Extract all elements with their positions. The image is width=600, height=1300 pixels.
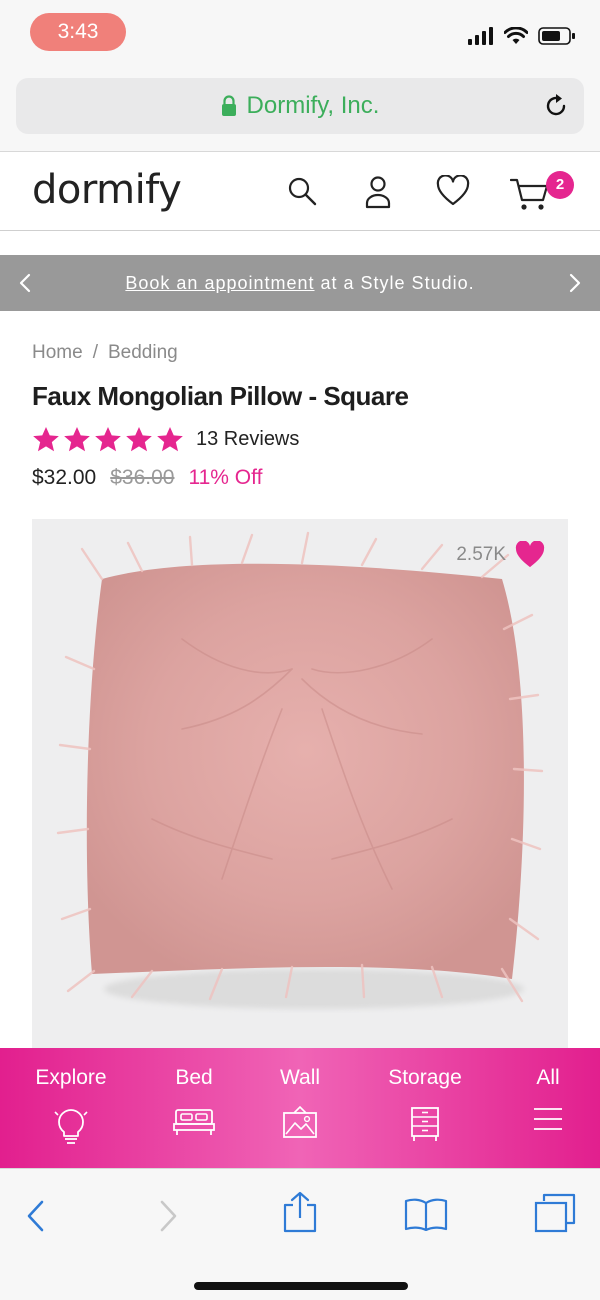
reviews-count[interactable]: 13 Reviews — [196, 428, 299, 451]
bed-icon — [173, 1109, 215, 1135]
original-price: $36.00 — [110, 466, 175, 489]
status-time: 3:43 — [30, 13, 126, 51]
promo-banner: Book an appointment at a Style Studio. — [0, 255, 600, 311]
lightbulb-icon — [54, 1109, 88, 1144]
tabs-icon[interactable] — [534, 1193, 576, 1233]
signal-icon — [468, 27, 493, 45]
promo-message: Book an appointment at a Style Studio. — [0, 255, 600, 311]
pillow-image — [56, 531, 544, 1009]
likes-count: 2.57K — [456, 544, 506, 565]
status-icons — [468, 24, 576, 48]
price-row: $32.00 $36.00 11% Off — [32, 466, 262, 490]
likes-counter[interactable]: 2.57K — [456, 541, 546, 569]
product-image[interactable]: 2.57K — [32, 519, 568, 1049]
forward-arrow-icon[interactable] — [158, 1199, 180, 1233]
current-price: $32.00 — [32, 466, 97, 489]
product-rating[interactable]: 13 Reviews — [32, 426, 299, 453]
url-field[interactable]: Dormify, Inc. — [16, 78, 584, 134]
cart-count-badge: 2 — [546, 171, 574, 199]
heart-filled-icon[interactable] — [514, 541, 546, 569]
product-title: Faux Mongolian Pillow - Square — [32, 381, 409, 411]
home-indicator[interactable] — [194, 1282, 408, 1290]
star-icon — [64, 427, 90, 452]
browser-address-bar: Dormify, Inc. — [0, 70, 600, 152]
dormify-logo[interactable]: dormify — [32, 167, 182, 213]
breadcrumb-separator: / — [92, 342, 98, 363]
star-icon — [157, 427, 183, 452]
heart-icon[interactable] — [436, 175, 470, 207]
lock-icon — [221, 95, 236, 116]
promo-next-arrow-icon[interactable] — [568, 273, 582, 293]
menu-icon — [534, 1108, 562, 1130]
status-bar: 3:43 — [0, 0, 600, 70]
promo-rest-text: at a Style Studio. — [314, 273, 475, 293]
browser-toolbar — [0, 1168, 600, 1300]
dresser-icon — [411, 1107, 439, 1141]
breadcrumb-home[interactable]: Home — [32, 342, 83, 364]
breadcrumb: Home / Bedding — [32, 342, 178, 364]
search-icon[interactable] — [286, 175, 318, 207]
star-icon — [33, 427, 59, 452]
category-nav: Explore Bed Wall Storage All — [0, 1048, 600, 1168]
account-icon[interactable] — [364, 175, 392, 209]
battery-icon — [538, 27, 575, 45]
category-explore[interactable]: Explore — [26, 1048, 116, 1168]
star-icon — [126, 427, 152, 452]
category-bed[interactable]: Bed — [154, 1048, 234, 1168]
book-appointment-link[interactable]: Book an appointment — [125, 273, 314, 293]
star-icon — [95, 427, 121, 452]
url-title: Dormify, Inc. — [246, 92, 380, 119]
category-wall[interactable]: Wall — [260, 1048, 340, 1168]
breadcrumb-bedding[interactable]: Bedding — [108, 342, 178, 364]
site-header: dormify 2 — [0, 153, 600, 231]
category-storage[interactable]: Storage — [375, 1048, 475, 1168]
wifi-icon — [504, 27, 528, 44]
star-rating — [32, 426, 184, 453]
category-all[interactable]: All — [518, 1048, 578, 1168]
reload-icon[interactable] — [542, 92, 570, 120]
bookmarks-icon[interactable] — [404, 1197, 448, 1231]
back-arrow-icon[interactable] — [24, 1199, 46, 1233]
cart-icon[interactable] — [510, 177, 550, 211]
discount-label: 11% Off — [188, 466, 263, 489]
picture-icon — [283, 1106, 317, 1138]
share-icon[interactable] — [282, 1191, 318, 1233]
